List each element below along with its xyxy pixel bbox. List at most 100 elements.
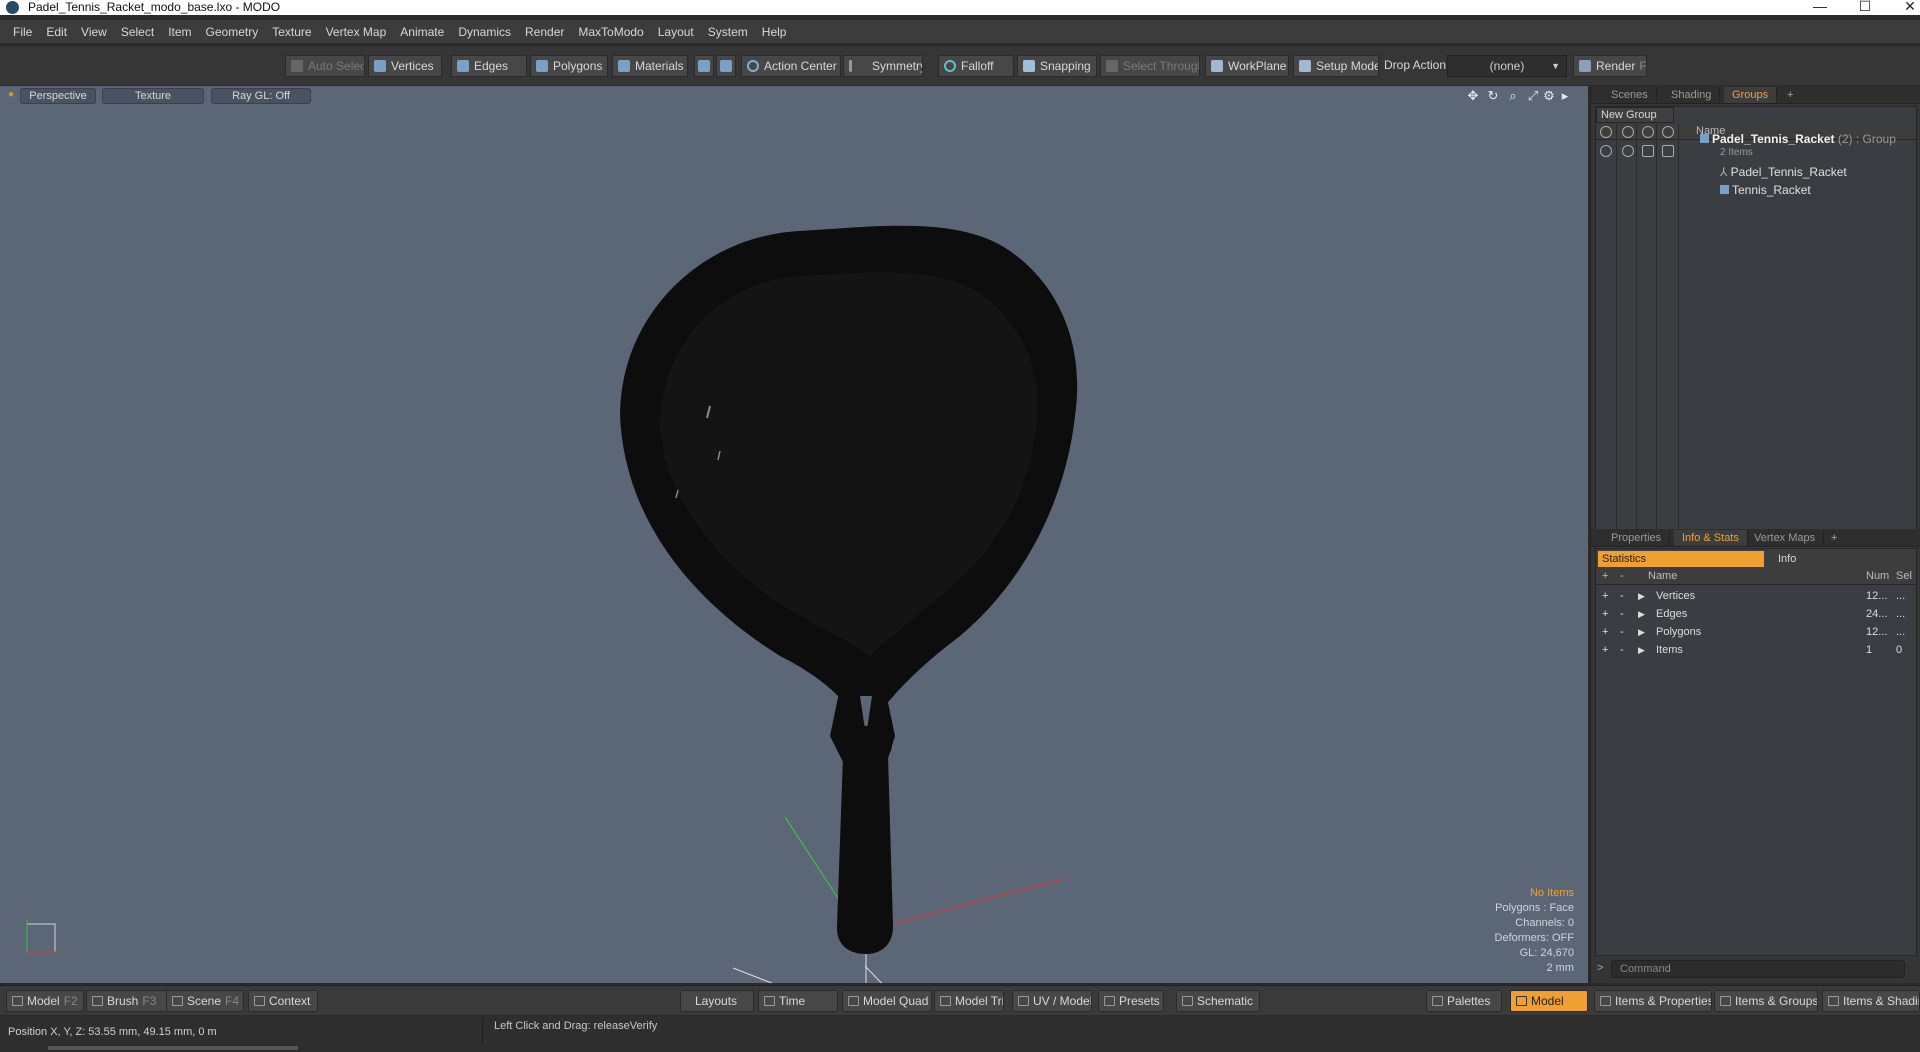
stats-row[interactable]: + - ▶ Polygons 12... ... [1596,623,1916,641]
presets-button[interactable]: Presets [1098,990,1164,1012]
items-shading-tab[interactable]: Items & Shading [1822,990,1920,1012]
items-groups-tab[interactable]: Items & Groups [1714,990,1818,1012]
chevron-right-icon[interactable]: ▶ [1638,587,1645,605]
expand-all-header[interactable]: + [1602,570,1608,582]
tab-properties[interactable]: Properties [1603,530,1671,546]
tab-scenes[interactable]: Scenes [1603,87,1657,103]
items-properties-tab[interactable]: Items & Properties [1594,990,1712,1012]
stats-row[interactable]: + - ▶ Edges 24... ... [1596,605,1916,623]
group-select-checkbox[interactable] [1662,145,1674,157]
stats-row[interactable]: + - ▶ Vertices 12... ... [1596,587,1916,605]
lock-icon[interactable] [1642,126,1654,138]
expand-button[interactable]: + [1602,587,1608,605]
collapse-button[interactable]: - [1620,623,1624,641]
select-mode-a-button[interactable] [694,55,714,77]
menu-geometry[interactable]: Geometry [199,25,266,39]
expand-button[interactable]: + [1602,623,1608,641]
status-scrollbar[interactable] [48,1046,298,1050]
materials-button[interactable]: Materials [612,55,688,77]
scene-layout-button[interactable]: Scene F4 [166,990,244,1012]
collapse-button[interactable]: - [1620,605,1624,623]
group-child-item[interactable]: Tennis_Racket [1720,183,1811,197]
polygons-button[interactable]: Polygons [530,55,608,77]
symmetry-button[interactable]: Symmetry [843,55,923,77]
tab-shading[interactable]: Shading [1663,87,1721,103]
menu-file[interactable]: File [6,25,39,39]
menu-select[interactable]: Select [114,25,161,39]
model-tri-button[interactable]: Model Tri [934,990,1004,1012]
chevron-right-icon[interactable]: ▸ [1557,88,1573,104]
info-subtab[interactable]: Info [1766,551,1916,567]
3d-viewport[interactable]: ● Perspective Texture Ray GL: Off ✥ ↻ ⌕ … [0,86,1588,983]
edges-button[interactable]: Edges [451,55,527,77]
context-layout-button[interactable]: Context [248,990,318,1012]
statistics-subtab[interactable]: Statistics [1598,551,1764,567]
drop-action-select[interactable]: (none) ▼ [1447,55,1567,77]
model-active-tab[interactable]: Model [1510,990,1588,1012]
vertices-button[interactable]: Vertices [368,55,442,77]
model-quad-button[interactable]: Model Quad [842,990,932,1012]
eye-icon[interactable] [1600,126,1612,138]
menu-view[interactable]: View [74,25,114,39]
menu-maxtomodo[interactable]: MaxToModo [571,25,650,39]
select-mode-b-button[interactable] [716,55,736,77]
chevron-right-icon[interactable]: ▶ [1638,641,1645,659]
select-toggle-icon[interactable] [1662,126,1674,138]
menu-layout[interactable]: Layout [651,25,701,39]
select-through-button[interactable]: Select Through [1100,55,1200,77]
group-lock-checkbox[interactable] [1642,145,1654,157]
new-group-button[interactable]: New Group [1596,107,1674,123]
collapse-button[interactable]: - [1620,587,1624,605]
add-tab-button[interactable]: + [1823,530,1845,546]
falloff-button[interactable]: Falloff [938,55,1014,77]
viewport-menu-icon[interactable]: ● [8,89,14,100]
shading-pill[interactable]: Texture [102,88,204,104]
ray-gl-pill[interactable]: Ray GL: Off [211,88,311,104]
tab-info-stats[interactable]: Info & Stats [1674,530,1748,546]
tab-vertex-maps[interactable]: Vertex Maps [1746,530,1825,546]
tab-groups[interactable]: Groups [1724,87,1778,103]
group-render-icon[interactable] [1622,145,1634,157]
add-tab-button[interactable]: + [1779,87,1801,103]
menu-texture[interactable]: Texture [265,25,318,39]
chevron-right-icon[interactable]: ▶ [1638,623,1645,641]
expand-button[interactable]: + [1602,605,1608,623]
action-center-button[interactable]: Action Center [741,55,841,77]
auto-select-button[interactable]: Auto Select [285,55,365,77]
workplane-button[interactable]: WorkPlane [1205,55,1289,77]
group-child-item[interactable]: ⅄ Padel_Tennis_Racket [1720,165,1847,179]
menu-item[interactable]: Item [161,25,198,39]
render-toggle-icon[interactable] [1622,126,1634,138]
menu-system[interactable]: System [701,25,755,39]
expand-button[interactable]: + [1602,641,1608,659]
collapse-all-header[interactable]: - [1620,570,1624,582]
menu-vertex-map[interactable]: Vertex Map [319,25,394,39]
rotate-view-icon[interactable]: ↻ [1485,88,1501,104]
group-row[interactable]: Padel_Tennis_Racket (2) : Group [1700,132,1896,146]
minimize-button[interactable]: — [1800,0,1840,15]
setup-mode-button[interactable]: Setup Mode [1293,55,1379,77]
palettes-button[interactable]: Palettes [1426,990,1502,1012]
layouts-button[interactable]: Layouts [680,990,754,1012]
gear-icon[interactable]: ⚙ [1541,88,1557,104]
snapping-button[interactable]: Snapping [1017,55,1097,77]
uv-model-button[interactable]: UV / Model [1012,990,1092,1012]
chevron-right-icon[interactable]: ▶ [1638,605,1645,623]
zoom-view-icon[interactable]: ⌕ [1505,88,1521,104]
stats-row[interactable]: + - ▶ Items 1 0 [1596,641,1916,659]
command-input[interactable]: Command [1611,960,1905,978]
render-button[interactable]: RenderF9 [1573,55,1647,77]
brush-layout-button[interactable]: Brush F3 [86,990,168,1012]
menu-dynamics[interactable]: Dynamics [451,25,518,39]
menu-render[interactable]: Render [518,25,571,39]
model-layout-button[interactable]: Model F2 [6,990,84,1012]
close-button[interactable]: ✕ [1890,0,1920,15]
time-layout-button[interactable]: Time [758,990,838,1012]
schematic-button[interactable]: Schematic [1176,990,1260,1012]
menu-edit[interactable]: Edit [39,25,74,39]
move-view-icon[interactable]: ✥ [1465,88,1481,104]
maximize-button[interactable]: ☐ [1845,0,1885,15]
menu-help[interactable]: Help [755,25,794,39]
menu-animate[interactable]: Animate [393,25,451,39]
view-mode-pill[interactable]: Perspective [20,88,96,104]
